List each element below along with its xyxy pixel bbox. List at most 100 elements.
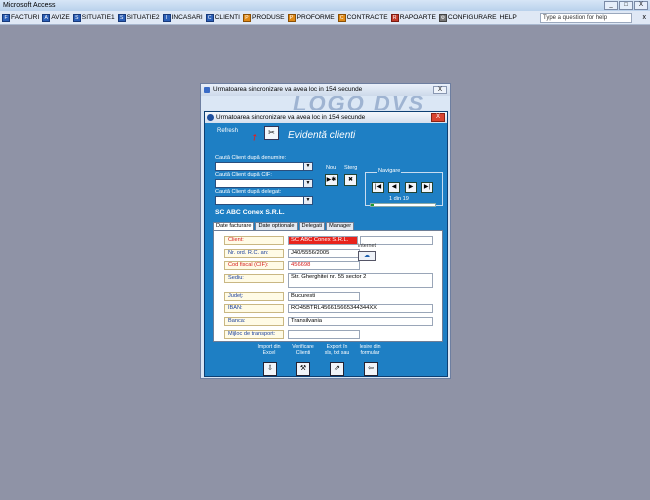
- app-title-bar: Microsoft Access _ □ X: [0, 0, 650, 11]
- outer-close-button[interactable]: X: [433, 86, 447, 94]
- incasari-icon: I: [162, 13, 171, 22]
- facturi-icon: F: [2, 13, 10, 22]
- menu-item-help[interactable]: HELP: [500, 14, 517, 21]
- produse-icon: P: [242, 13, 251, 22]
- search-by-delegate-combo[interactable]: ▼: [215, 196, 313, 205]
- search-by-name-label: Caută Client după denumire:: [215, 155, 287, 161]
- menu-label: CLIENTI: [214, 14, 240, 21]
- outer-window-title: Urmatoarea sincronizare va avea loc in 1…: [213, 86, 363, 93]
- menu-label: FACTURI: [11, 14, 40, 21]
- menu-item-rapoarte[interactable]: R RAPOARTE: [390, 13, 436, 22]
- record-counter: 1 din 19: [389, 196, 409, 202]
- transport-field[interactable]: [288, 330, 360, 339]
- menu-label: HELP: [499, 14, 517, 21]
- proforme-icon: P: [287, 13, 296, 22]
- next-record-button[interactable]: ▶: [405, 182, 417, 193]
- record-progress-fill: [371, 204, 375, 206]
- menu-label: CONFIGURARE: [447, 14, 497, 21]
- menu-label: PROFORME: [296, 14, 335, 21]
- last-record-button[interactable]: ▶|: [421, 182, 433, 193]
- access-form-icon: [204, 87, 210, 93]
- logo: LOGO DVS: [293, 96, 426, 110]
- county-field[interactable]: Bucuresti: [288, 292, 360, 301]
- exit-label-line2: formular: [360, 350, 380, 356]
- avize-icon: A: [42, 13, 51, 22]
- maximize-button[interactable]: □: [619, 1, 633, 10]
- search-by-delegate-label: Caută Client după delegat:: [215, 189, 282, 195]
- navigation-label: Navigare: [377, 168, 402, 174]
- delete-label: Sterg: [344, 165, 358, 171]
- menu-item-avize[interactable]: A AVIZE: [42, 13, 70, 22]
- outer-window: Urmatoarea sincronizare va avea loc in 1…: [200, 83, 451, 379]
- outer-window-title-bar: Urmatoarea sincronizare va avea loc in 1…: [201, 84, 450, 96]
- tab-panel: Client: SC ABC Conex S.R.L. Nr. ord. R.C…: [213, 230, 443, 342]
- help-search-input[interactable]: Type a question for help: [540, 13, 632, 23]
- address-field[interactable]: Str. Gherghitei nr. 55 sector 2: [288, 273, 433, 288]
- county-label: Judeţ:: [224, 292, 284, 301]
- prev-record-button[interactable]: ◀: [388, 182, 400, 193]
- transport-label: Mijloc de transport:: [224, 330, 284, 339]
- search-by-cif-combo[interactable]: ▼: [215, 179, 313, 188]
- reg-number-label: Nr. ord. R.C. an:: [224, 249, 284, 258]
- refresh-button[interactable]: ✂: [264, 126, 279, 140]
- client-form-window: Urmatoarea sincronizare va avea loc in 1…: [204, 111, 448, 377]
- new-label: Nou: [326, 165, 337, 171]
- first-record-button[interactable]: |◀: [372, 182, 384, 193]
- menu-bar: F FACTURI A AVIZE S SITUATIE1 S SITUATIE2 II…: [0, 11, 650, 25]
- help-close-icon[interactable]: x: [643, 13, 647, 22]
- gear-icon: ⚙: [438, 13, 447, 22]
- menu-label: INCASARI: [171, 14, 203, 21]
- verify-clients-button[interactable]: ⚒: [296, 362, 310, 376]
- search-by-name-combo[interactable]: ▼: [215, 162, 313, 171]
- import-excel-button[interactable]: ⇩: [263, 362, 277, 376]
- situatie1-icon: S: [72, 13, 81, 22]
- chevron-down-icon[interactable]: ▼: [303, 197, 312, 204]
- internet-label: internet: [358, 243, 376, 249]
- company-name: SC ABC Conex S.R.L.: [215, 209, 285, 216]
- cif-field[interactable]: 456698: [288, 261, 360, 270]
- search-by-cif-label: Caută Client după CIF:: [215, 172, 272, 178]
- menu-item-situatie1[interactable]: S SITUATIE1: [72, 13, 115, 22]
- menu-item-configurare[interactable]: ⚙ CONFIGURARE: [438, 13, 497, 22]
- export-button[interactable]: ⇗: [330, 362, 344, 376]
- chevron-down-icon[interactable]: ▼: [303, 163, 312, 170]
- situatie2-icon: S: [117, 13, 126, 22]
- bank-field[interactable]: Transilvania: [288, 317, 433, 326]
- menu-item-contracte[interactable]: C CONTRACTE: [337, 13, 388, 22]
- address-label: Sediu:: [224, 274, 284, 283]
- reg-number-field[interactable]: J40/5556/2005: [288, 249, 360, 258]
- menu-item-facturi[interactable]: F FACTURI: [2, 13, 40, 22]
- menu-item-incasari[interactable]: I INCASARI: [162, 13, 203, 22]
- red-arrow-icon: ➚: [248, 130, 261, 144]
- menu-item-clienti[interactable]: C CLIENTI: [205, 13, 240, 22]
- record-progress-bar: [370, 203, 436, 207]
- cif-label: Cod fiscal (CIF):: [224, 261, 284, 270]
- delete-client-button[interactable]: ✖: [344, 174, 357, 186]
- contracte-icon: C: [337, 13, 346, 22]
- menu-label: CONTRACTE: [346, 14, 388, 21]
- menu-label: RAPOARTE: [399, 14, 436, 21]
- bank-label: Banca:: [224, 317, 284, 326]
- iban-field[interactable]: RO45BTRL456615665344344XX: [288, 304, 433, 313]
- form-window-title: Urmatoarea sincronizare va avea loc in 1…: [216, 114, 366, 121]
- app-title: Microsoft Access: [3, 2, 56, 9]
- client-label: Client:: [224, 236, 284, 245]
- form-title-bar: Urmatoarea sincronizare va avea loc in 1…: [205, 112, 447, 123]
- internet-lookup-button[interactable]: ☁: [358, 251, 376, 261]
- clienti-icon: C: [205, 13, 214, 22]
- menu-label: SITUATIE2: [126, 14, 160, 21]
- menu-label: PRODUSE: [251, 14, 285, 21]
- client-field[interactable]: SC ABC Conex S.R.L.: [288, 236, 358, 245]
- menu-item-proforme[interactable]: P PROFORME: [287, 13, 335, 22]
- close-button[interactable]: X: [634, 1, 648, 10]
- exit-form-button[interactable]: ⇦: [364, 362, 378, 376]
- menu-item-produse[interactable]: P PRODUSE: [242, 13, 285, 22]
- rapoarte-icon: R: [390, 13, 399, 22]
- page-title: Evidentă clienti: [288, 130, 356, 141]
- access-form-icon: [207, 114, 214, 121]
- form-close-button[interactable]: X: [431, 113, 445, 122]
- menu-item-situatie2[interactable]: S SITUATIE2: [117, 13, 160, 22]
- chevron-down-icon[interactable]: ▼: [303, 180, 312, 187]
- new-client-button[interactable]: ▶✱: [325, 174, 338, 186]
- minimize-button[interactable]: _: [604, 1, 618, 10]
